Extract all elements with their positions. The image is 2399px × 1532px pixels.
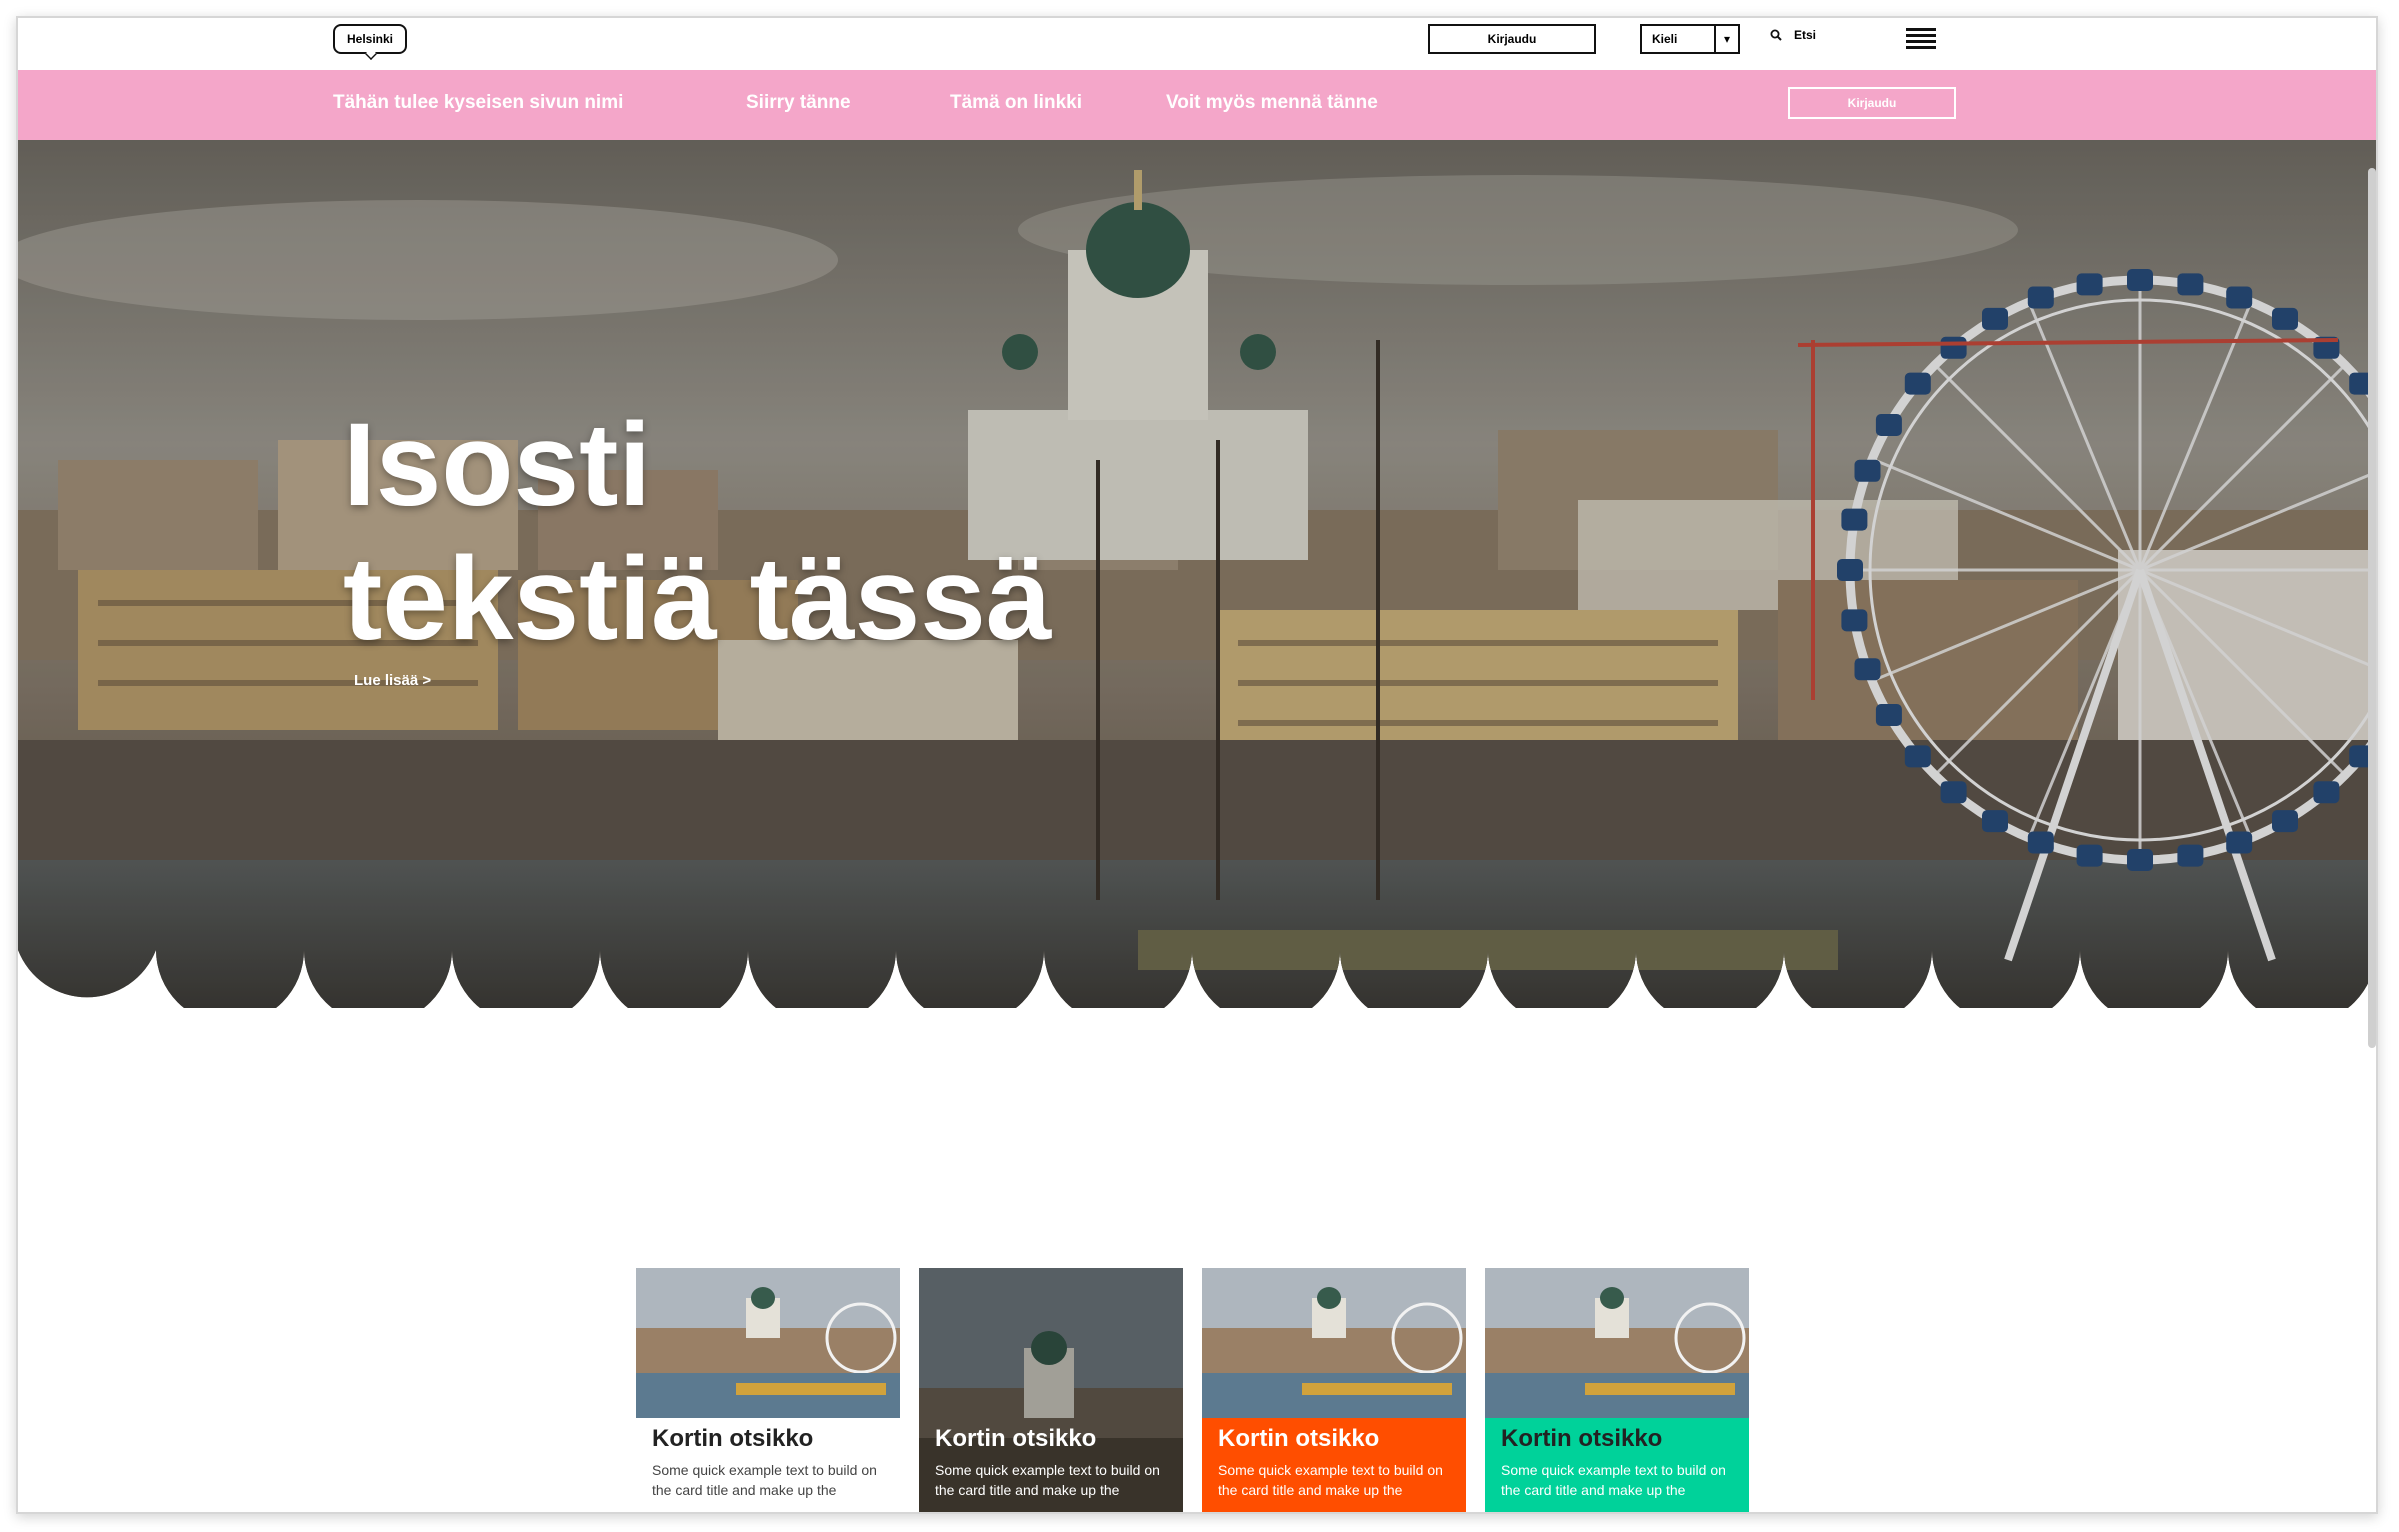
card-title: Kortin otsikko [652,1425,814,1452]
language-select[interactable]: Kieli ▾ [1640,24,1740,54]
browser-frame: Helsinki Kirjaudu Kieli ▾ Etsi Tähän tul… [16,16,2378,1514]
chevron-down-icon[interactable]: ▾ [1714,26,1738,52]
hero-title: Isosti tekstiä tässä [343,398,1051,666]
helsinki-logo[interactable]: Helsinki [333,24,407,54]
language-select-value: Kieli [1652,32,1678,46]
card-body: Kortin otsikko Some quick example text t… [919,1418,1183,1512]
card-image [636,1268,900,1418]
card-title: Kortin otsikko [1218,1425,1380,1452]
hero-title-line1: Isosti [343,399,652,531]
top-login-button[interactable]: Kirjaudu [1428,24,1596,54]
hero-banner: Isosti tekstiä tässä Lue lisää > [18,140,2376,1008]
scrollbar[interactable] [2368,168,2376,1048]
card-text: Some quick example text to build on the … [1501,1462,1726,1498]
card-text: Some quick example text to build on the … [652,1462,877,1498]
nav-item-page-name[interactable]: Tähän tulee kyseisen sivun nimi [333,92,623,114]
card[interactable]: Kortin otsikko Some quick example text t… [1202,1268,1466,1512]
card-image [1202,1268,1466,1418]
nav-item-siirry-tanne[interactable]: Siirry tänne [746,92,851,114]
card-title: Kortin otsikko [1501,1425,1663,1452]
card-body: Kortin otsikko Some quick example text t… [636,1418,900,1512]
search-button[interactable]: Etsi [1770,28,1816,42]
search-label: Etsi [1794,28,1817,42]
read-more-link[interactable]: Lue lisää > [354,672,431,689]
card[interactable]: Kortin otsikko Some quick example text t… [1485,1268,1749,1512]
nav-login-button[interactable]: Kirjaudu [1788,87,1956,119]
card-text: Some quick example text to build on the … [935,1462,1160,1498]
card-image [1485,1268,1749,1418]
card-body: Kortin otsikko Some quick example text t… [1202,1418,1466,1512]
top-bar: Helsinki Kirjaudu Kieli ▾ Etsi [18,18,2376,70]
card-body: Kortin otsikko Some quick example text t… [1485,1418,1749,1512]
nav-item-linkki[interactable]: Tämä on linkki [950,92,1082,114]
nav-item-voit-myos[interactable]: Voit myös mennä tänne [1166,92,1378,114]
hero-title-line2: tekstiä tässä [343,533,1052,665]
card[interactable]: Kortin otsikko Some quick example text t… [919,1268,1183,1512]
main-nav: Tähän tulee kyseisen sivun nimi Siirry t… [18,70,2376,140]
hamburger-menu-icon[interactable] [1906,28,1936,50]
card-title: Kortin otsikko [935,1425,1097,1452]
logo-text: Helsinki [346,32,394,46]
card-row: Kortin otsikko Some quick example text t… [636,1268,1749,1512]
search-icon [1770,29,1782,41]
card[interactable]: Kortin otsikko Some quick example text t… [636,1268,900,1512]
card-text: Some quick example text to build on the … [1218,1462,1443,1498]
